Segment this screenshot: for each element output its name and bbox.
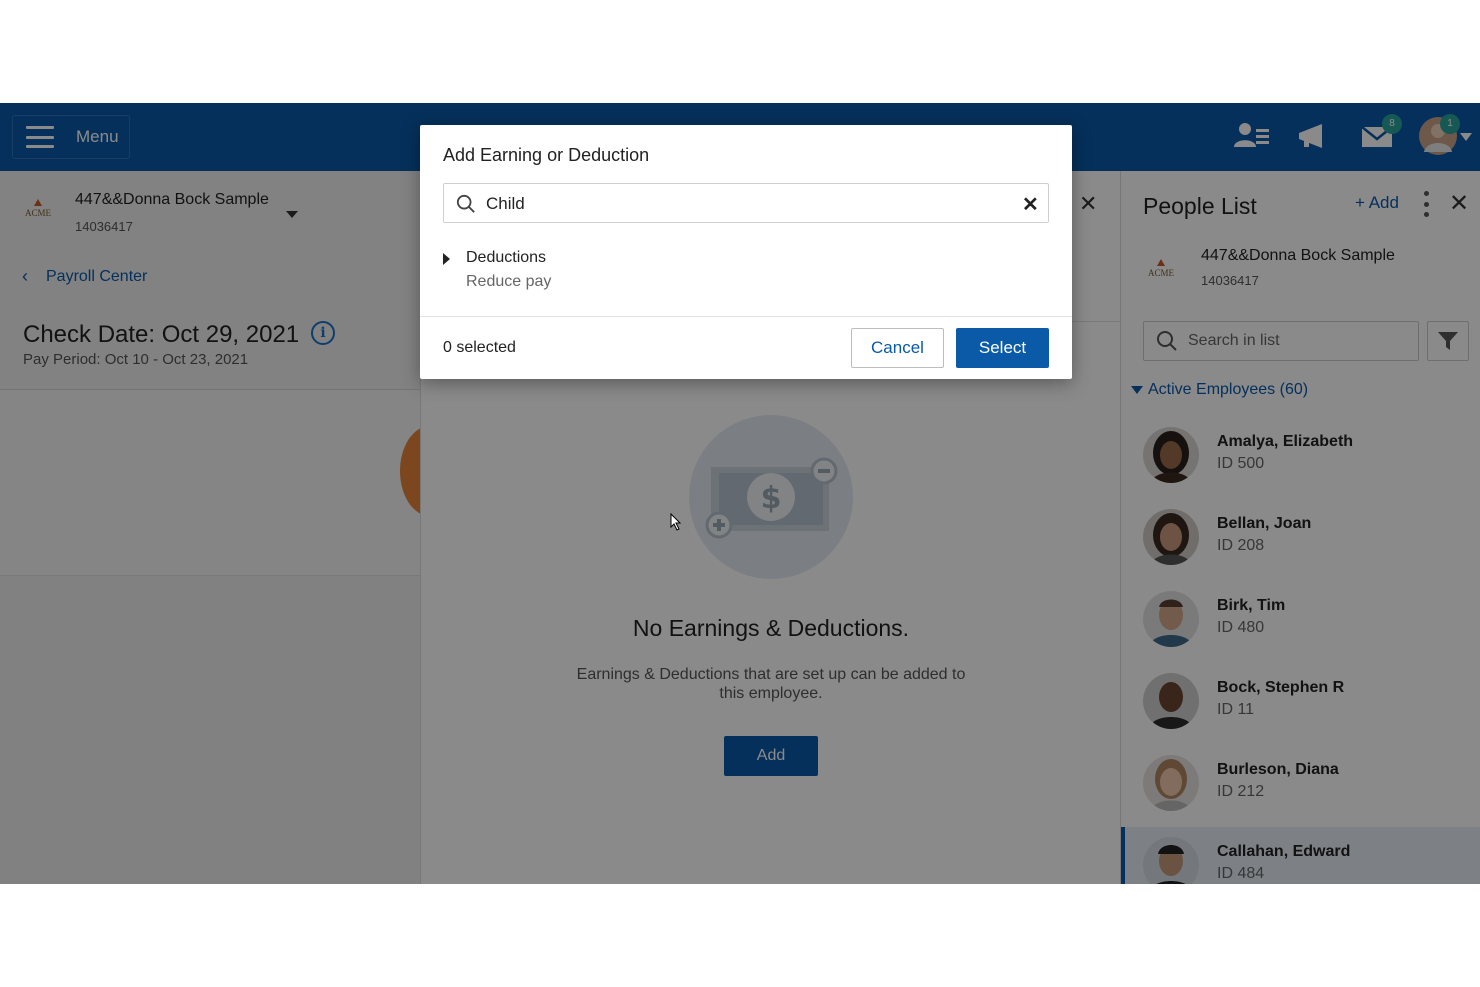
deductions-label: Deductions <box>466 249 547 266</box>
mouse-cursor-icon <box>670 513 682 531</box>
app-window: Menu 8 1 ACME 447&&Donna Bock Sample 140… <box>0 103 1480 884</box>
modal-search-field[interactable]: ✕ <box>443 183 1049 223</box>
clear-icon[interactable]: ✕ <box>1022 192 1039 217</box>
modal-search-input[interactable] <box>486 192 1006 216</box>
select-button[interactable]: Select <box>956 328 1049 368</box>
modal-title: Add Earning or Deduction <box>443 145 650 165</box>
deductions-sublabel: Reduce pay <box>466 273 552 290</box>
add-earning-deduction-modal: Add Earning or Deduction ✕ Deductions Re… <box>420 125 1072 379</box>
caret-right-icon[interactable] <box>443 253 450 265</box>
selected-count: 0 selected <box>443 339 516 356</box>
search-icon <box>456 194 475 213</box>
modal-divider <box>420 316 1072 317</box>
cancel-button[interactable]: Cancel <box>851 328 944 368</box>
